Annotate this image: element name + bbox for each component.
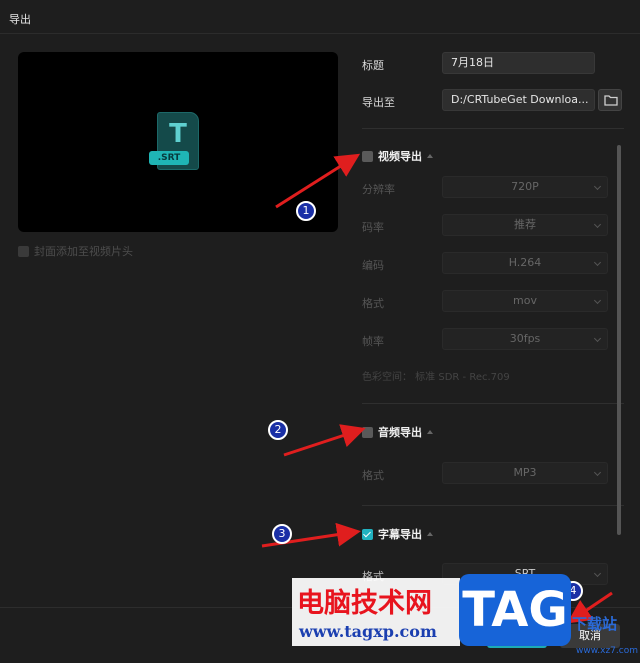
codec-select[interactable]: H.264 [442, 252, 608, 274]
resolution-value: 720P [511, 180, 539, 193]
resolution-select[interactable]: 720P [442, 176, 608, 198]
export-to-label: 导出至 [362, 96, 395, 109]
audio-format-value: MP3 [513, 466, 537, 479]
codec-label: 编码 [362, 259, 384, 272]
subtitle-export-label: 字幕导出 [378, 528, 422, 541]
divider [362, 403, 624, 404]
chevron-down-icon [593, 258, 602, 267]
collapse-caret-icon[interactable] [427, 532, 433, 536]
framerate-label: 帧率 [362, 335, 384, 348]
chevron-down-icon [593, 334, 602, 343]
colorspace-text: 色彩空间： 标准 SDR - Rec.709 [362, 372, 510, 383]
divider [362, 128, 624, 129]
file-icon-letter: T [169, 119, 187, 149]
video-format-select[interactable]: mov [442, 290, 608, 312]
title-bar: 导出 [0, 0, 640, 34]
export-path-input[interactable]: D:/CRTubeGet Downloa... [442, 89, 595, 111]
browse-folder-button[interactable] [598, 89, 622, 111]
cover-option-label: 封面添加至视频片头 [34, 245, 133, 258]
bitrate-label: 码率 [362, 221, 384, 234]
cover-checkbox[interactable] [18, 245, 29, 257]
step-marker-1: 1 [296, 201, 316, 221]
chevron-down-icon [593, 296, 602, 305]
subtitle-export-toggle[interactable]: 字幕导出 [362, 526, 433, 542]
video-export-checkbox[interactable] [362, 150, 373, 162]
audio-format-label: 格式 [362, 469, 384, 482]
resolution-label: 分辨率 [362, 183, 395, 196]
file-type-badge: .SRT [149, 151, 189, 165]
framerate-value: 30fps [509, 332, 541, 345]
chevron-down-icon [593, 569, 602, 578]
chevron-down-icon [593, 182, 602, 191]
chevron-down-icon [593, 220, 602, 229]
collapse-caret-icon[interactable] [427, 430, 433, 434]
settings-scrollbar[interactable] [617, 145, 621, 535]
video-export-toggle[interactable]: 视频导出 [362, 148, 433, 164]
video-format-label: 格式 [362, 297, 384, 310]
audio-format-select[interactable]: MP3 [442, 462, 608, 484]
divider [362, 505, 624, 506]
audio-export-label: 音频导出 [378, 426, 422, 439]
audio-export-toggle[interactable]: 音频导出 [362, 424, 433, 440]
bitrate-value: 推荐 [514, 218, 536, 231]
title-input[interactable]: 7月18日 [442, 52, 595, 74]
preview-panel: T .SRT [18, 52, 338, 232]
arrow-2 [283, 424, 366, 457]
title-label: 标题 [362, 59, 384, 72]
watermark-xz-url: www.xz7.com [576, 646, 638, 656]
framerate-select[interactable]: 30fps [442, 328, 608, 350]
video-export-label: 视频导出 [378, 150, 422, 163]
watermark-xz-text: 下载站 [572, 615, 618, 633]
watermark-site-url: www.tagxp.com [299, 622, 437, 641]
step-marker-2: 2 [268, 420, 288, 440]
watermark-site-name: 电脑技术网 [297, 588, 432, 619]
folder-icon [604, 95, 618, 106]
watermark-tag-logo: TAG [459, 574, 571, 646]
video-format-value: mov [513, 294, 537, 307]
cover-option[interactable]: 封面添加至视频片头 [18, 244, 133, 258]
collapse-caret-icon[interactable] [427, 154, 433, 158]
audio-export-checkbox[interactable] [362, 426, 373, 438]
window-title: 导出 [9, 13, 31, 26]
chevron-down-icon [593, 468, 602, 477]
step-marker-3: 3 [272, 524, 292, 544]
subtitle-export-checkbox[interactable] [362, 528, 373, 540]
subtitle-file-icon: T .SRT [149, 112, 199, 170]
codec-value: H.264 [508, 256, 542, 269]
bitrate-select[interactable]: 推荐 [442, 214, 608, 236]
